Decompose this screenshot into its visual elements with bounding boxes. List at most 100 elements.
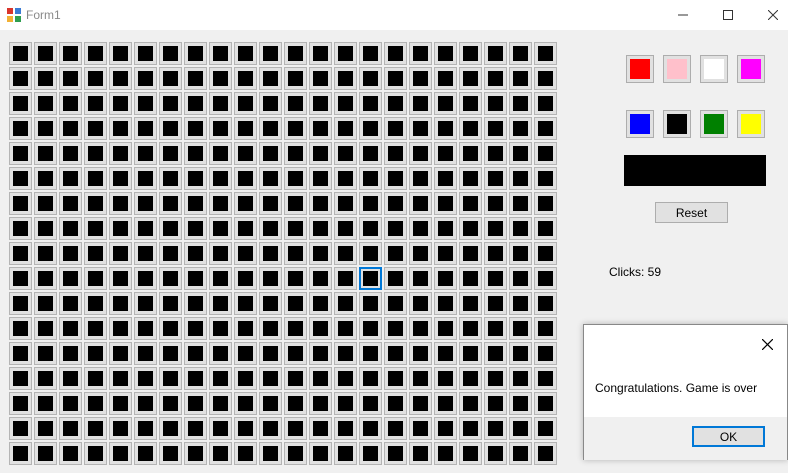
grid-cell[interactable] bbox=[84, 317, 107, 340]
grid-cell[interactable] bbox=[409, 317, 432, 340]
grid-cell[interactable] bbox=[9, 367, 32, 390]
grid-cell[interactable] bbox=[359, 392, 382, 415]
grid-cell[interactable] bbox=[434, 417, 457, 440]
grid-cell[interactable] bbox=[109, 92, 132, 115]
grid-cell[interactable] bbox=[359, 142, 382, 165]
grid-cell[interactable] bbox=[459, 217, 482, 240]
grid-cell[interactable] bbox=[84, 342, 107, 365]
grid-cell[interactable] bbox=[109, 342, 132, 365]
grid-cell[interactable] bbox=[34, 42, 57, 65]
grid-cell[interactable] bbox=[359, 317, 382, 340]
grid-cell[interactable] bbox=[334, 117, 357, 140]
grid-cell[interactable] bbox=[134, 342, 157, 365]
grid-cell[interactable] bbox=[84, 192, 107, 215]
grid-cell[interactable] bbox=[109, 67, 132, 90]
grid-cell[interactable] bbox=[409, 342, 432, 365]
grid-cell[interactable] bbox=[409, 392, 432, 415]
grid-cell[interactable] bbox=[334, 167, 357, 190]
grid-cell[interactable] bbox=[159, 342, 182, 365]
grid-cell[interactable] bbox=[59, 442, 82, 465]
grid-cell[interactable] bbox=[9, 142, 32, 165]
grid-cell[interactable] bbox=[34, 242, 57, 265]
grid-cell[interactable] bbox=[34, 292, 57, 315]
grid-cell[interactable] bbox=[59, 42, 82, 65]
grid-cell[interactable] bbox=[284, 267, 307, 290]
grid-cell[interactable] bbox=[409, 417, 432, 440]
grid-cell[interactable] bbox=[459, 242, 482, 265]
grid-cell[interactable] bbox=[109, 167, 132, 190]
grid-cell[interactable] bbox=[384, 92, 407, 115]
grid-cell[interactable] bbox=[534, 67, 557, 90]
grid-cell[interactable] bbox=[209, 67, 232, 90]
grid-cell[interactable] bbox=[84, 242, 107, 265]
grid-cell[interactable] bbox=[484, 342, 507, 365]
grid-cell[interactable] bbox=[84, 417, 107, 440]
grid-cell[interactable] bbox=[384, 117, 407, 140]
grid-cell[interactable] bbox=[509, 242, 532, 265]
grid-cell[interactable] bbox=[9, 92, 32, 115]
grid-cell[interactable] bbox=[209, 442, 232, 465]
grid-cell[interactable] bbox=[484, 192, 507, 215]
grid-cell[interactable] bbox=[359, 242, 382, 265]
grid-cell[interactable] bbox=[184, 92, 207, 115]
grid-cell[interactable] bbox=[9, 117, 32, 140]
grid-cell[interactable] bbox=[459, 192, 482, 215]
grid-cell[interactable] bbox=[184, 392, 207, 415]
grid-cell[interactable] bbox=[459, 417, 482, 440]
grid-cell[interactable] bbox=[534, 242, 557, 265]
grid-cell[interactable] bbox=[259, 442, 282, 465]
grid-cell[interactable] bbox=[84, 392, 107, 415]
grid-cell[interactable] bbox=[334, 442, 357, 465]
grid-cell[interactable] bbox=[234, 42, 257, 65]
grid-cell[interactable] bbox=[509, 167, 532, 190]
grid-cell[interactable] bbox=[259, 92, 282, 115]
grid-cell[interactable] bbox=[484, 92, 507, 115]
grid-cell[interactable] bbox=[159, 367, 182, 390]
grid-cell[interactable] bbox=[184, 192, 207, 215]
grid-cell[interactable] bbox=[359, 117, 382, 140]
grid-cell[interactable] bbox=[534, 142, 557, 165]
grid-cell[interactable] bbox=[9, 167, 32, 190]
grid-cell[interactable] bbox=[9, 217, 32, 240]
grid-cell[interactable] bbox=[284, 167, 307, 190]
grid-cell[interactable] bbox=[334, 142, 357, 165]
grid-cell[interactable] bbox=[9, 442, 32, 465]
grid-cell[interactable] bbox=[259, 117, 282, 140]
grid-cell[interactable] bbox=[184, 292, 207, 315]
grid-cell[interactable] bbox=[484, 242, 507, 265]
grid-cell[interactable] bbox=[184, 367, 207, 390]
grid-cell[interactable] bbox=[359, 167, 382, 190]
grid-cell[interactable] bbox=[284, 242, 307, 265]
grid-cell[interactable] bbox=[34, 417, 57, 440]
grid-cell[interactable] bbox=[9, 67, 32, 90]
grid-cell[interactable] bbox=[509, 92, 532, 115]
ok-button[interactable]: OK bbox=[692, 426, 765, 447]
grid-cell[interactable] bbox=[359, 367, 382, 390]
grid-cell[interactable] bbox=[534, 217, 557, 240]
dialog-close-button[interactable] bbox=[756, 333, 778, 355]
grid-cell[interactable] bbox=[209, 342, 232, 365]
grid-cell[interactable] bbox=[459, 367, 482, 390]
grid-cell[interactable] bbox=[434, 367, 457, 390]
grid-cell[interactable] bbox=[159, 217, 182, 240]
grid-cell[interactable] bbox=[134, 442, 157, 465]
grid-cell[interactable] bbox=[534, 167, 557, 190]
grid-cell[interactable] bbox=[384, 217, 407, 240]
grid-cell[interactable] bbox=[59, 292, 82, 315]
grid-cell[interactable] bbox=[234, 392, 257, 415]
grid-cell[interactable] bbox=[184, 142, 207, 165]
grid-cell[interactable] bbox=[284, 442, 307, 465]
grid-cell[interactable] bbox=[509, 192, 532, 215]
grid-cell[interactable] bbox=[284, 67, 307, 90]
grid-cell[interactable] bbox=[284, 292, 307, 315]
grid-cell[interactable] bbox=[209, 367, 232, 390]
grid-cell[interactable] bbox=[234, 217, 257, 240]
grid-cell[interactable] bbox=[359, 92, 382, 115]
grid-cell[interactable] bbox=[9, 392, 32, 415]
grid-cell[interactable] bbox=[284, 342, 307, 365]
grid-cell[interactable] bbox=[209, 192, 232, 215]
grid-cell[interactable] bbox=[109, 42, 132, 65]
grid-cell[interactable] bbox=[59, 392, 82, 415]
color-swatch-magenta[interactable] bbox=[737, 55, 765, 83]
grid-cell[interactable] bbox=[534, 42, 557, 65]
